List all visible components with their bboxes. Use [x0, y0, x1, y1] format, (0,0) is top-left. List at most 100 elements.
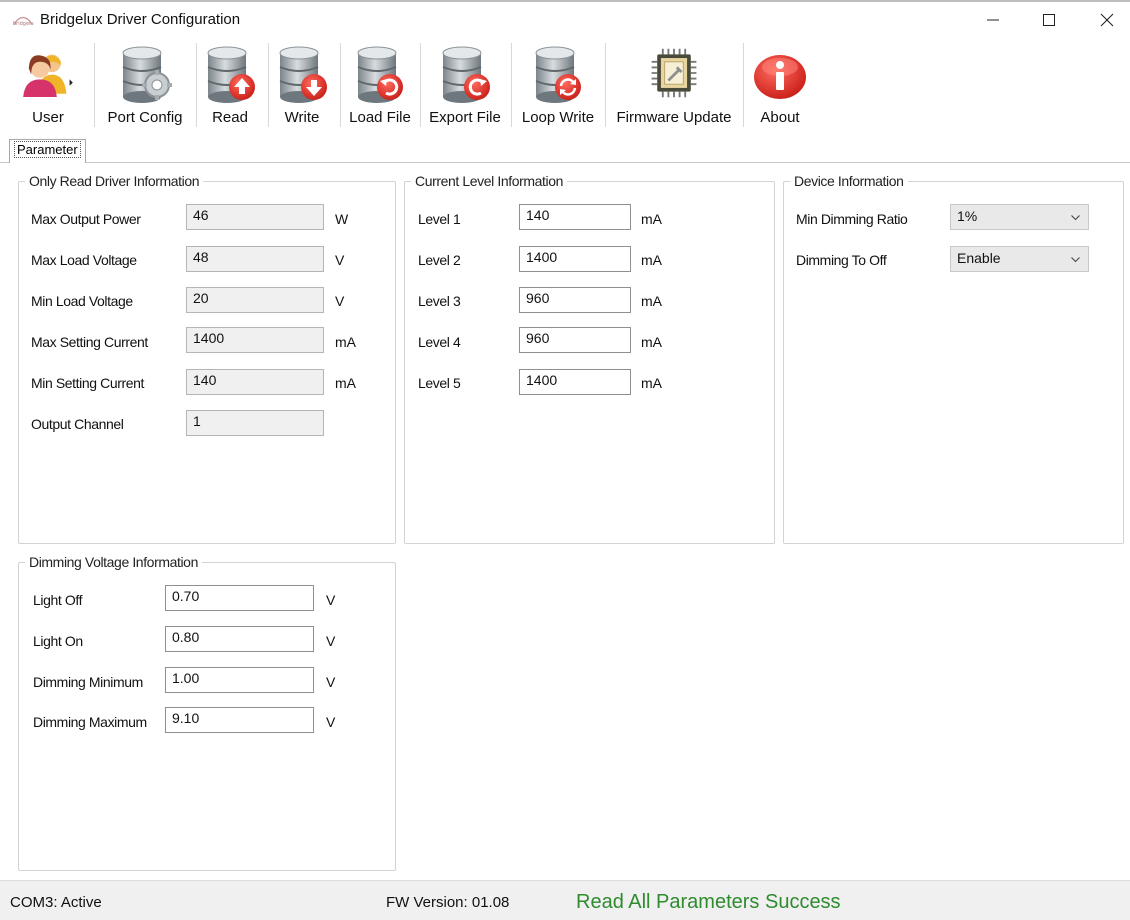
- dimming-to-off-value: Enable: [957, 250, 1001, 266]
- user-button[interactable]: User: [10, 37, 86, 132]
- dimming-to-off-select[interactable]: Enable: [950, 246, 1089, 272]
- minimize-icon: [987, 19, 999, 21]
- close-icon: [1100, 13, 1114, 27]
- toolbar-separator: [420, 43, 421, 127]
- load-file-label: Load File: [349, 109, 411, 126]
- max-load-voltage-label: Max Load Voltage: [31, 252, 137, 268]
- tab-parameter-label: Parameter: [14, 141, 81, 158]
- database-gear-icon: [117, 41, 173, 105]
- dimming-minimum-unit: V: [326, 674, 336, 690]
- toolbar: User Port Config Read Write Load File Ex…: [0, 37, 1130, 135]
- level-1-input[interactable]: 140: [519, 204, 631, 230]
- about-button[interactable]: About: [752, 37, 808, 132]
- database-download-icon: [274, 41, 330, 105]
- maximize-icon: [1043, 14, 1055, 26]
- tab-parameter[interactable]: Parameter: [9, 139, 86, 163]
- port-config-button[interactable]: Port Config: [103, 37, 187, 132]
- database-upload-icon: [202, 41, 258, 105]
- load-file-button[interactable]: Load File: [346, 37, 414, 132]
- minimize-button[interactable]: [970, 4, 1016, 36]
- database-load-icon: [352, 41, 408, 105]
- min-setting-current-label: Min Setting Current: [31, 375, 145, 391]
- level-5-input[interactable]: 1400: [519, 369, 631, 395]
- light-on-input[interactable]: 0.80: [165, 626, 314, 652]
- light-off-label: Light Off: [33, 592, 83, 608]
- toolbar-separator: [196, 43, 197, 127]
- about-label: About: [760, 109, 800, 126]
- min-dimming-ratio-value: 1%: [957, 208, 978, 224]
- min-dimming-ratio-select[interactable]: 1%: [950, 204, 1089, 230]
- port-config-label: Port Config: [107, 109, 183, 126]
- loop-write-label: Loop Write: [521, 109, 595, 126]
- app-logo-icon: bridgelux: [13, 16, 34, 26]
- users-icon: [20, 41, 76, 105]
- level-1-label: Level 1: [418, 211, 461, 227]
- toolbar-separator: [605, 43, 606, 127]
- database-export-icon: [437, 41, 493, 105]
- min-dimming-ratio-label: Min Dimming Ratio: [796, 211, 908, 227]
- light-on-unit: V: [326, 633, 336, 649]
- light-on-label: Light On: [33, 633, 83, 649]
- min-load-voltage-unit: V: [335, 293, 345, 309]
- min-load-voltage-field: 20: [186, 287, 324, 313]
- dimming-to-off-label: Dimming To Off: [796, 252, 887, 268]
- max-setting-current-unit: mA: [335, 334, 356, 350]
- level-5-label: Level 5: [418, 375, 461, 391]
- level-2-label: Level 2: [418, 252, 461, 268]
- database-loop-icon: [530, 41, 586, 105]
- min-load-voltage-label: Min Load Voltage: [31, 293, 133, 309]
- toolbar-separator: [94, 43, 95, 127]
- level-3-unit: mA: [641, 293, 662, 309]
- toolbar-separator: [268, 43, 269, 127]
- light-off-unit: V: [326, 592, 336, 608]
- output-channel-label: Output Channel: [31, 416, 124, 432]
- info-icon: [752, 41, 808, 105]
- level-1-unit: mA: [641, 211, 662, 227]
- current-level-title: Current Level Information: [411, 173, 567, 189]
- status-bar: COM3: Active FW Version: 01.08 Read All …: [0, 880, 1130, 920]
- device-info-title: Device Information: [790, 173, 908, 189]
- read-label: Read: [212, 109, 248, 126]
- current-level-group: Current Level Information: [404, 173, 775, 544]
- svg-text:bridgelux: bridgelux: [13, 21, 34, 26]
- dimming-voltage-title: Dimming Voltage Information: [25, 554, 202, 570]
- firmware-version: FW Version: 01.08: [386, 894, 510, 911]
- chevron-down-icon: [1071, 215, 1080, 221]
- max-output-power-field: 46: [186, 204, 324, 230]
- driver-info-title: Only Read Driver Information: [25, 173, 204, 189]
- driver-info-group: Only Read Driver Information: [18, 173, 396, 544]
- read-button[interactable]: Read: [202, 37, 258, 132]
- firmware-update-button[interactable]: Firmware Update: [612, 37, 736, 132]
- level-3-label: Level 3: [418, 293, 461, 309]
- max-output-power-label: Max Output Power: [31, 211, 141, 227]
- user-label: User: [32, 109, 64, 126]
- level-3-input[interactable]: 960: [519, 287, 631, 313]
- firmware-update-label: Firmware Update: [616, 109, 732, 126]
- toolbar-separator: [340, 43, 341, 127]
- dimming-maximum-input[interactable]: 9.10: [165, 707, 314, 733]
- output-channel-field: 1: [186, 410, 324, 436]
- level-4-unit: mA: [641, 334, 662, 350]
- level-4-input[interactable]: 960: [519, 327, 631, 353]
- loop-write-button[interactable]: Loop Write: [518, 37, 598, 132]
- write-button[interactable]: Write: [274, 37, 330, 132]
- light-off-input[interactable]: 0.70: [165, 585, 314, 611]
- export-file-button[interactable]: Export File: [426, 37, 504, 132]
- dimming-minimum-input[interactable]: 1.00: [165, 667, 314, 693]
- maximize-button[interactable]: [1026, 4, 1072, 36]
- port-status: COM3: Active: [10, 894, 102, 911]
- min-setting-current-unit: mA: [335, 375, 356, 391]
- max-load-voltage-field: 48: [186, 246, 324, 272]
- dimming-maximum-label: Dimming Maximum: [33, 714, 147, 730]
- title-bar: bridgelux Bridgelux Driver Configuration: [0, 0, 1130, 37]
- toolbar-separator: [743, 43, 744, 127]
- window-title: Bridgelux Driver Configuration: [40, 11, 241, 28]
- max-setting-current-label: Max Setting Current: [31, 334, 148, 350]
- dimming-maximum-unit: V: [326, 714, 336, 730]
- max-setting-current-field: 1400: [186, 327, 324, 353]
- max-load-voltage-unit: V: [335, 252, 345, 268]
- level-2-input[interactable]: 1400: [519, 246, 631, 272]
- close-button[interactable]: [1084, 4, 1130, 36]
- chevron-down-icon: [1071, 257, 1080, 263]
- dimming-minimum-label: Dimming Minimum: [33, 674, 143, 690]
